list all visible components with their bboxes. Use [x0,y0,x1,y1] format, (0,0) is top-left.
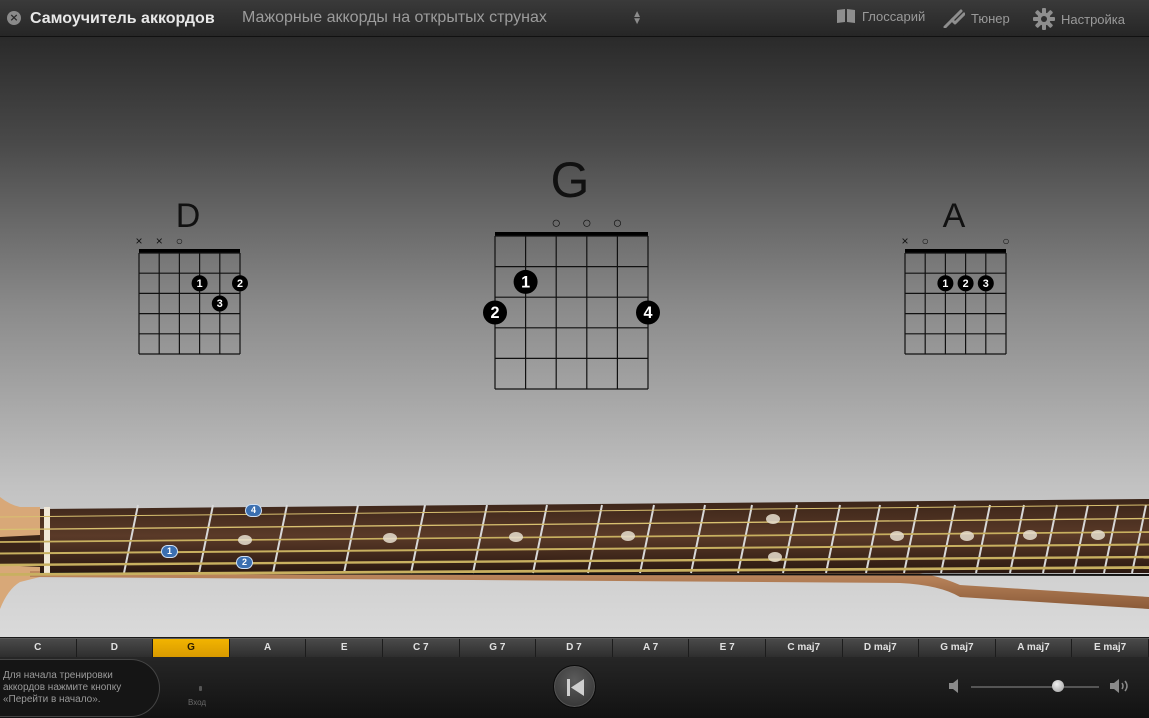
fretboard-finger-marker: 4 [245,504,262,517]
volume-slider[interactable] [971,686,1099,688]
tuning-fork-icon [943,9,965,28]
fretboard-finger-marker: 1 [161,545,178,558]
hint-panel: Для начала тренировки аккордов нажмите к… [0,659,160,717]
chord-tab-cmaj7[interactable]: C maj7 [766,639,843,657]
chord-tab-gmaj7[interactable]: G maj7 [919,639,996,657]
title-bar: × Самоучитель аккордов Мажорные аккорды … [0,0,1149,37]
fret-inlay [1023,530,1037,540]
chord-tab-a[interactable]: A [230,639,307,657]
fret-inlay [383,533,397,543]
skip-to-start-icon [567,679,584,696]
glossary-button[interactable]: Глоссарий [836,8,925,24]
chord-stage: D G A × × ○ 1 2 3 ○ ○ ○ 1 2 4 × ○ ○ 1 2 3 4 [0,37,1149,637]
fret-inlay [768,552,782,562]
chord-tab-a7[interactable]: A 7 [613,639,690,657]
input-level-indicator [199,686,202,691]
glossary-label: Глоссарий [862,8,926,24]
fret-inlay [621,531,635,541]
app-title: Самоучитель аккордов [30,10,215,27]
chord-tab-amaj7[interactable]: A maj7 [996,639,1073,657]
fret-inlay [509,532,523,542]
chord-tab-dmaj7[interactable]: D maj7 [843,639,920,657]
chord-tab-c7[interactable]: C 7 [383,639,460,657]
chord-tab-d7[interactable]: D 7 [536,639,613,657]
tuner-label: Тюнер [971,10,1010,26]
book-icon [837,9,855,23]
speaker-low-icon [949,679,958,693]
tuner-button[interactable]: Тюнер [943,8,1010,28]
fretboard-finger-marker: 2 [236,556,253,569]
fret-inlay [960,531,974,541]
chord-tab-c[interactable]: C [0,639,77,657]
gear-icon [1033,8,1055,30]
fret-inlay [238,535,252,545]
select-arrows-icon: ▲ ▼ [632,9,642,27]
fret-inlay [890,531,904,541]
settings-label: Настройка [1061,11,1125,27]
chord-tab-emaj7[interactable]: E maj7 [1072,639,1149,657]
close-circle-icon[interactable]: × [7,11,21,25]
chord-tab-g[interactable]: G [153,639,230,657]
chord-tab-e7[interactable]: E 7 [689,639,766,657]
volume-slider-knob[interactable] [1052,680,1065,692]
lesson-selector-value: Мажорные аккорды на открытых струнах [242,9,547,26]
fret-inlay [766,514,780,524]
chord-tab-d[interactable]: D [77,639,154,657]
chord-tab-g7[interactable]: G 7 [460,639,537,657]
lesson-selector[interactable]: Мажорные аккорды на открытых струнах ▲ ▼ [242,9,642,29]
speaker-high-icon [1110,679,1128,693]
rewind-to-start-button[interactable] [553,665,596,708]
settings-button[interactable]: Настройка [1033,8,1125,30]
chord-tab-e[interactable]: E [306,639,383,657]
input-label: Вход [188,698,207,707]
transport-bar: Для начала тренировки аккордов нажмите к… [0,657,1149,718]
chord-selector-strip: CDGAEC 7G 7D 7A 7E 7C maj7 D maj7 G maj7 A … [0,638,1149,657]
fret-inlay [1091,530,1105,540]
